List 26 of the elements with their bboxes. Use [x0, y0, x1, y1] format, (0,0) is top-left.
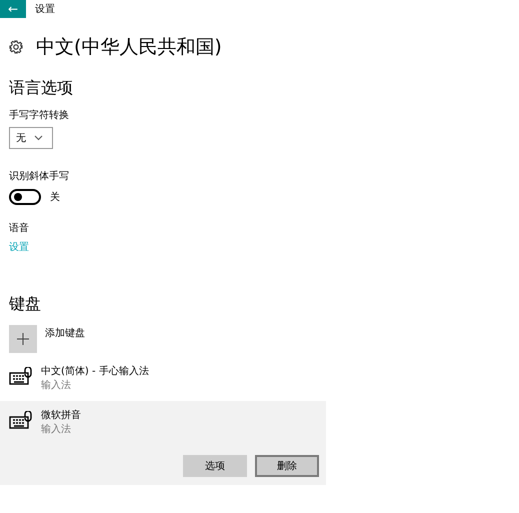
- page-title: 中文(中华人民共和国): [36, 35, 222, 60]
- keyboard-icon: [9, 411, 33, 431]
- keyboard-name: 中文(简体) - 手心输入法: [41, 365, 149, 379]
- keyboard-name: 微软拼音: [41, 409, 81, 423]
- add-keyboard-label: 添加键盘: [45, 327, 85, 340]
- section-heading: 语言选项: [9, 78, 74, 99]
- options-button[interactable]: 选项: [183, 455, 247, 477]
- keyboard-type: 输入法: [41, 379, 72, 393]
- chevron-down-icon: [34, 135, 43, 141]
- toggle-switch[interactable]: [9, 189, 41, 205]
- handwriting-dropdown[interactable]: 无: [9, 127, 53, 149]
- add-button[interactable]: [9, 325, 37, 353]
- keyboard-icon: [9, 367, 33, 387]
- back-button[interactable]: ←: [0, 0, 26, 18]
- settings-icon: [9, 40, 23, 54]
- keyboard-item[interactable]: 微软拼音 输入法: [0, 401, 326, 445]
- plus-icon: [17, 333, 29, 345]
- keyboard-type: 输入法: [41, 423, 72, 437]
- remove-button[interactable]: 删除: [255, 455, 319, 477]
- keyboard-item[interactable]: 中文(简体) - 手心输入法 输入法: [0, 361, 326, 401]
- section-heading: 键盘: [9, 294, 42, 315]
- window-title: 设置: [35, 2, 55, 16]
- field-label: 语音: [9, 222, 30, 235]
- field-label: 手写字符转换: [9, 109, 70, 122]
- field-label: 识别斜体手写: [9, 170, 70, 183]
- toggle-state: 关: [50, 190, 60, 204]
